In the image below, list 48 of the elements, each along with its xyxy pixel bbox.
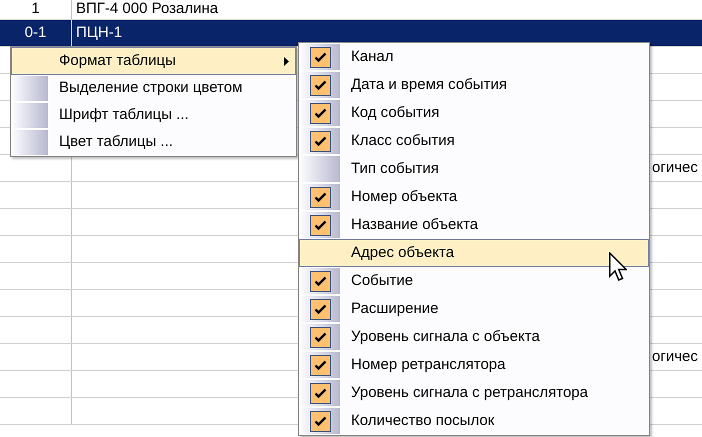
checkbox-checked[interactable] [310, 326, 330, 348]
checkmark-icon [314, 52, 326, 62]
checkbox-checked[interactable] [310, 298, 330, 320]
checkmark-icon [314, 108, 326, 118]
checkbox-checked[interactable] [310, 74, 330, 96]
checkmark-icon [314, 304, 326, 314]
menu-item[interactable]: Номер объекта [299, 183, 649, 211]
checkmark-icon [314, 360, 326, 370]
menu-item[interactable]: Название объекта [299, 211, 649, 239]
checkmark-icon [314, 332, 326, 342]
checkbox-checked[interactable] [310, 46, 330, 68]
menu-item[interactable]: Номер ретранслятора [299, 351, 649, 379]
menu-item[interactable]: Уровень сигнала с ретранслятора [299, 379, 649, 407]
menu-item[interactable]: Код события [299, 99, 649, 127]
menu-item[interactable]: Формат таблицы [11, 47, 296, 75]
menu-item[interactable]: Количество посылок [299, 407, 649, 435]
menu-item[interactable]: Дата и время события [299, 71, 649, 99]
checkbox-checked[interactable] [310, 214, 330, 236]
table-cell-text: 0-1 [24, 22, 46, 43]
checkmark-icon [314, 416, 326, 426]
checkbox-checked[interactable] [310, 354, 330, 376]
checkmark-icon [314, 192, 326, 202]
checkbox-checked[interactable] [310, 186, 330, 208]
checkmark-icon [314, 220, 326, 230]
menu-item[interactable]: Класс события [299, 127, 649, 155]
table-cell-text: ПЦН-1 [76, 22, 122, 43]
menu-item[interactable]: Расширение [299, 295, 649, 323]
checkbox-checked[interactable] [310, 382, 330, 404]
table-cell-text: огичес [652, 346, 698, 367]
table-cell-text: огичес [652, 158, 698, 178]
checkmark-icon [314, 276, 326, 286]
checkmark-icon [314, 388, 326, 398]
checkmark-icon [314, 136, 326, 146]
menu-item[interactable]: Адрес объекта [299, 239, 649, 267]
menu-item[interactable]: Цвет таблицы ... [11, 129, 296, 156]
menu-item[interactable]: Тип события [299, 155, 649, 183]
menu-item[interactable]: Уровень сигнала с объекта [299, 323, 649, 351]
menu-item[interactable]: Шрифт таблицы ... [11, 102, 296, 129]
checkbox-checked[interactable] [310, 102, 330, 124]
checkmark-icon [314, 80, 326, 90]
mouse-pointer-icon [609, 252, 627, 281]
checkbox-checked[interactable] [310, 410, 330, 432]
checkbox-checked[interactable] [310, 270, 330, 292]
menu-item[interactable]: Выделение строки цветом [11, 75, 296, 102]
menu-item[interactable]: Событие [299, 267, 649, 295]
table-cell-text: ВПГ-4 000 Розалина [76, 0, 218, 20]
checkbox-checked[interactable] [310, 130, 330, 152]
table-cell-text: 1 [31, 0, 40, 20]
